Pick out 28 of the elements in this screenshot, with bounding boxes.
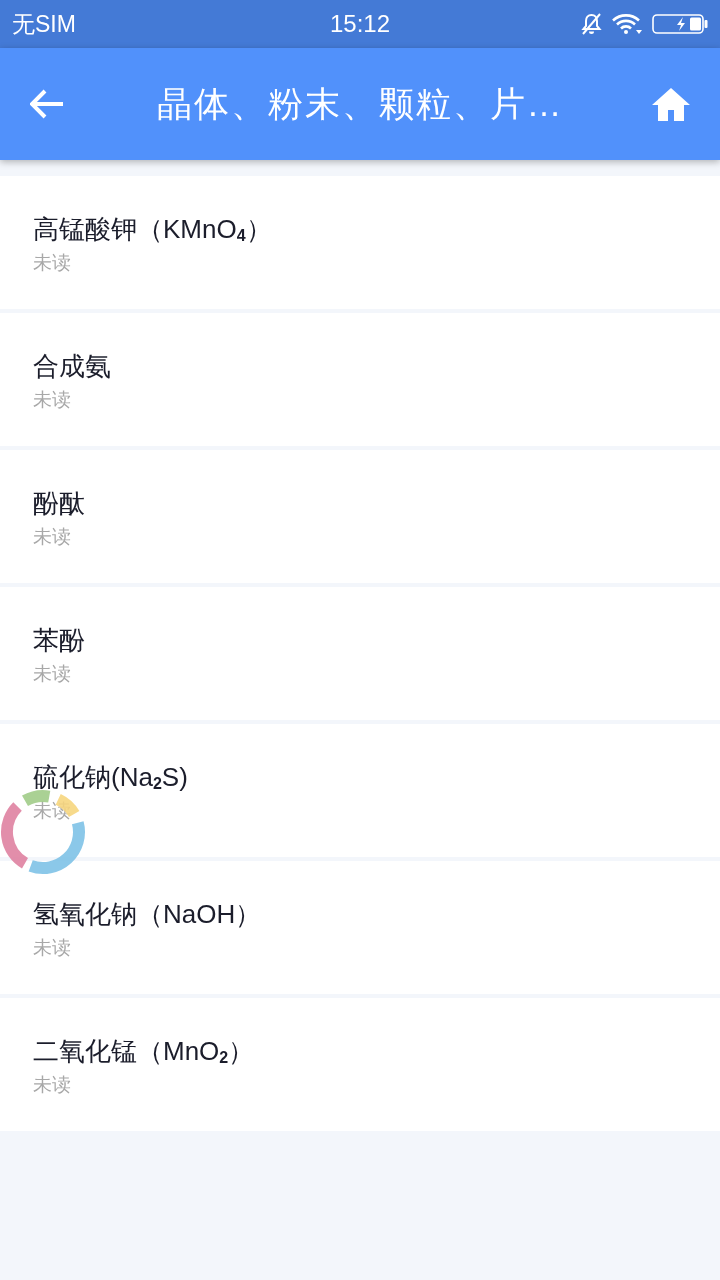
list-item[interactable]: 氢氧化钠（NaOH） 未读	[0, 861, 720, 994]
list-item[interactable]: 酚酞 未读	[0, 450, 720, 583]
back-arrow-icon	[30, 89, 64, 119]
bell-muted-icon	[581, 13, 602, 35]
clock-time: 15:12	[329, 10, 391, 38]
home-icon	[652, 87, 690, 121]
item-title: 硫化钠(Na$_{2}$S)	[33, 761, 188, 794]
item-title: 二氧化锰（MnO$_{2}$）	[33, 1035, 255, 1068]
carrier-label: 无SIM	[12, 9, 76, 39]
read-status: 未读	[33, 388, 71, 412]
read-status: 未读	[33, 251, 71, 275]
read-status: 未读	[33, 936, 71, 960]
list-item[interactable]: 二氧化锰（MnO$_{2}$） 未读	[0, 998, 720, 1131]
item-title: 高锰酸钾（KMnO$_{4}$）	[33, 213, 272, 246]
floating-ring-icon[interactable]	[0, 788, 86, 876]
item-title: 苯酚	[33, 624, 85, 657]
list-item[interactable]: 高锰酸钾（KMnO$_{4}$） 未读	[0, 176, 720, 309]
read-status: 未读	[33, 1073, 71, 1097]
item-title: 氢氧化钠（NaOH）	[33, 898, 262, 931]
list-item[interactable]: 苯酚 未读	[0, 587, 720, 720]
read-status: 未读	[33, 525, 71, 549]
battery-charging-icon	[652, 14, 708, 34]
list-item[interactable]: 合成氨 未读	[0, 313, 720, 446]
page-title: 晶体、粉末、颗粒、片…	[156, 82, 564, 125]
wifi-icon	[612, 13, 642, 35]
item-title: 酚酞	[33, 487, 85, 520]
read-status: 未读	[33, 662, 71, 686]
item-title: 合成氨	[33, 350, 111, 383]
